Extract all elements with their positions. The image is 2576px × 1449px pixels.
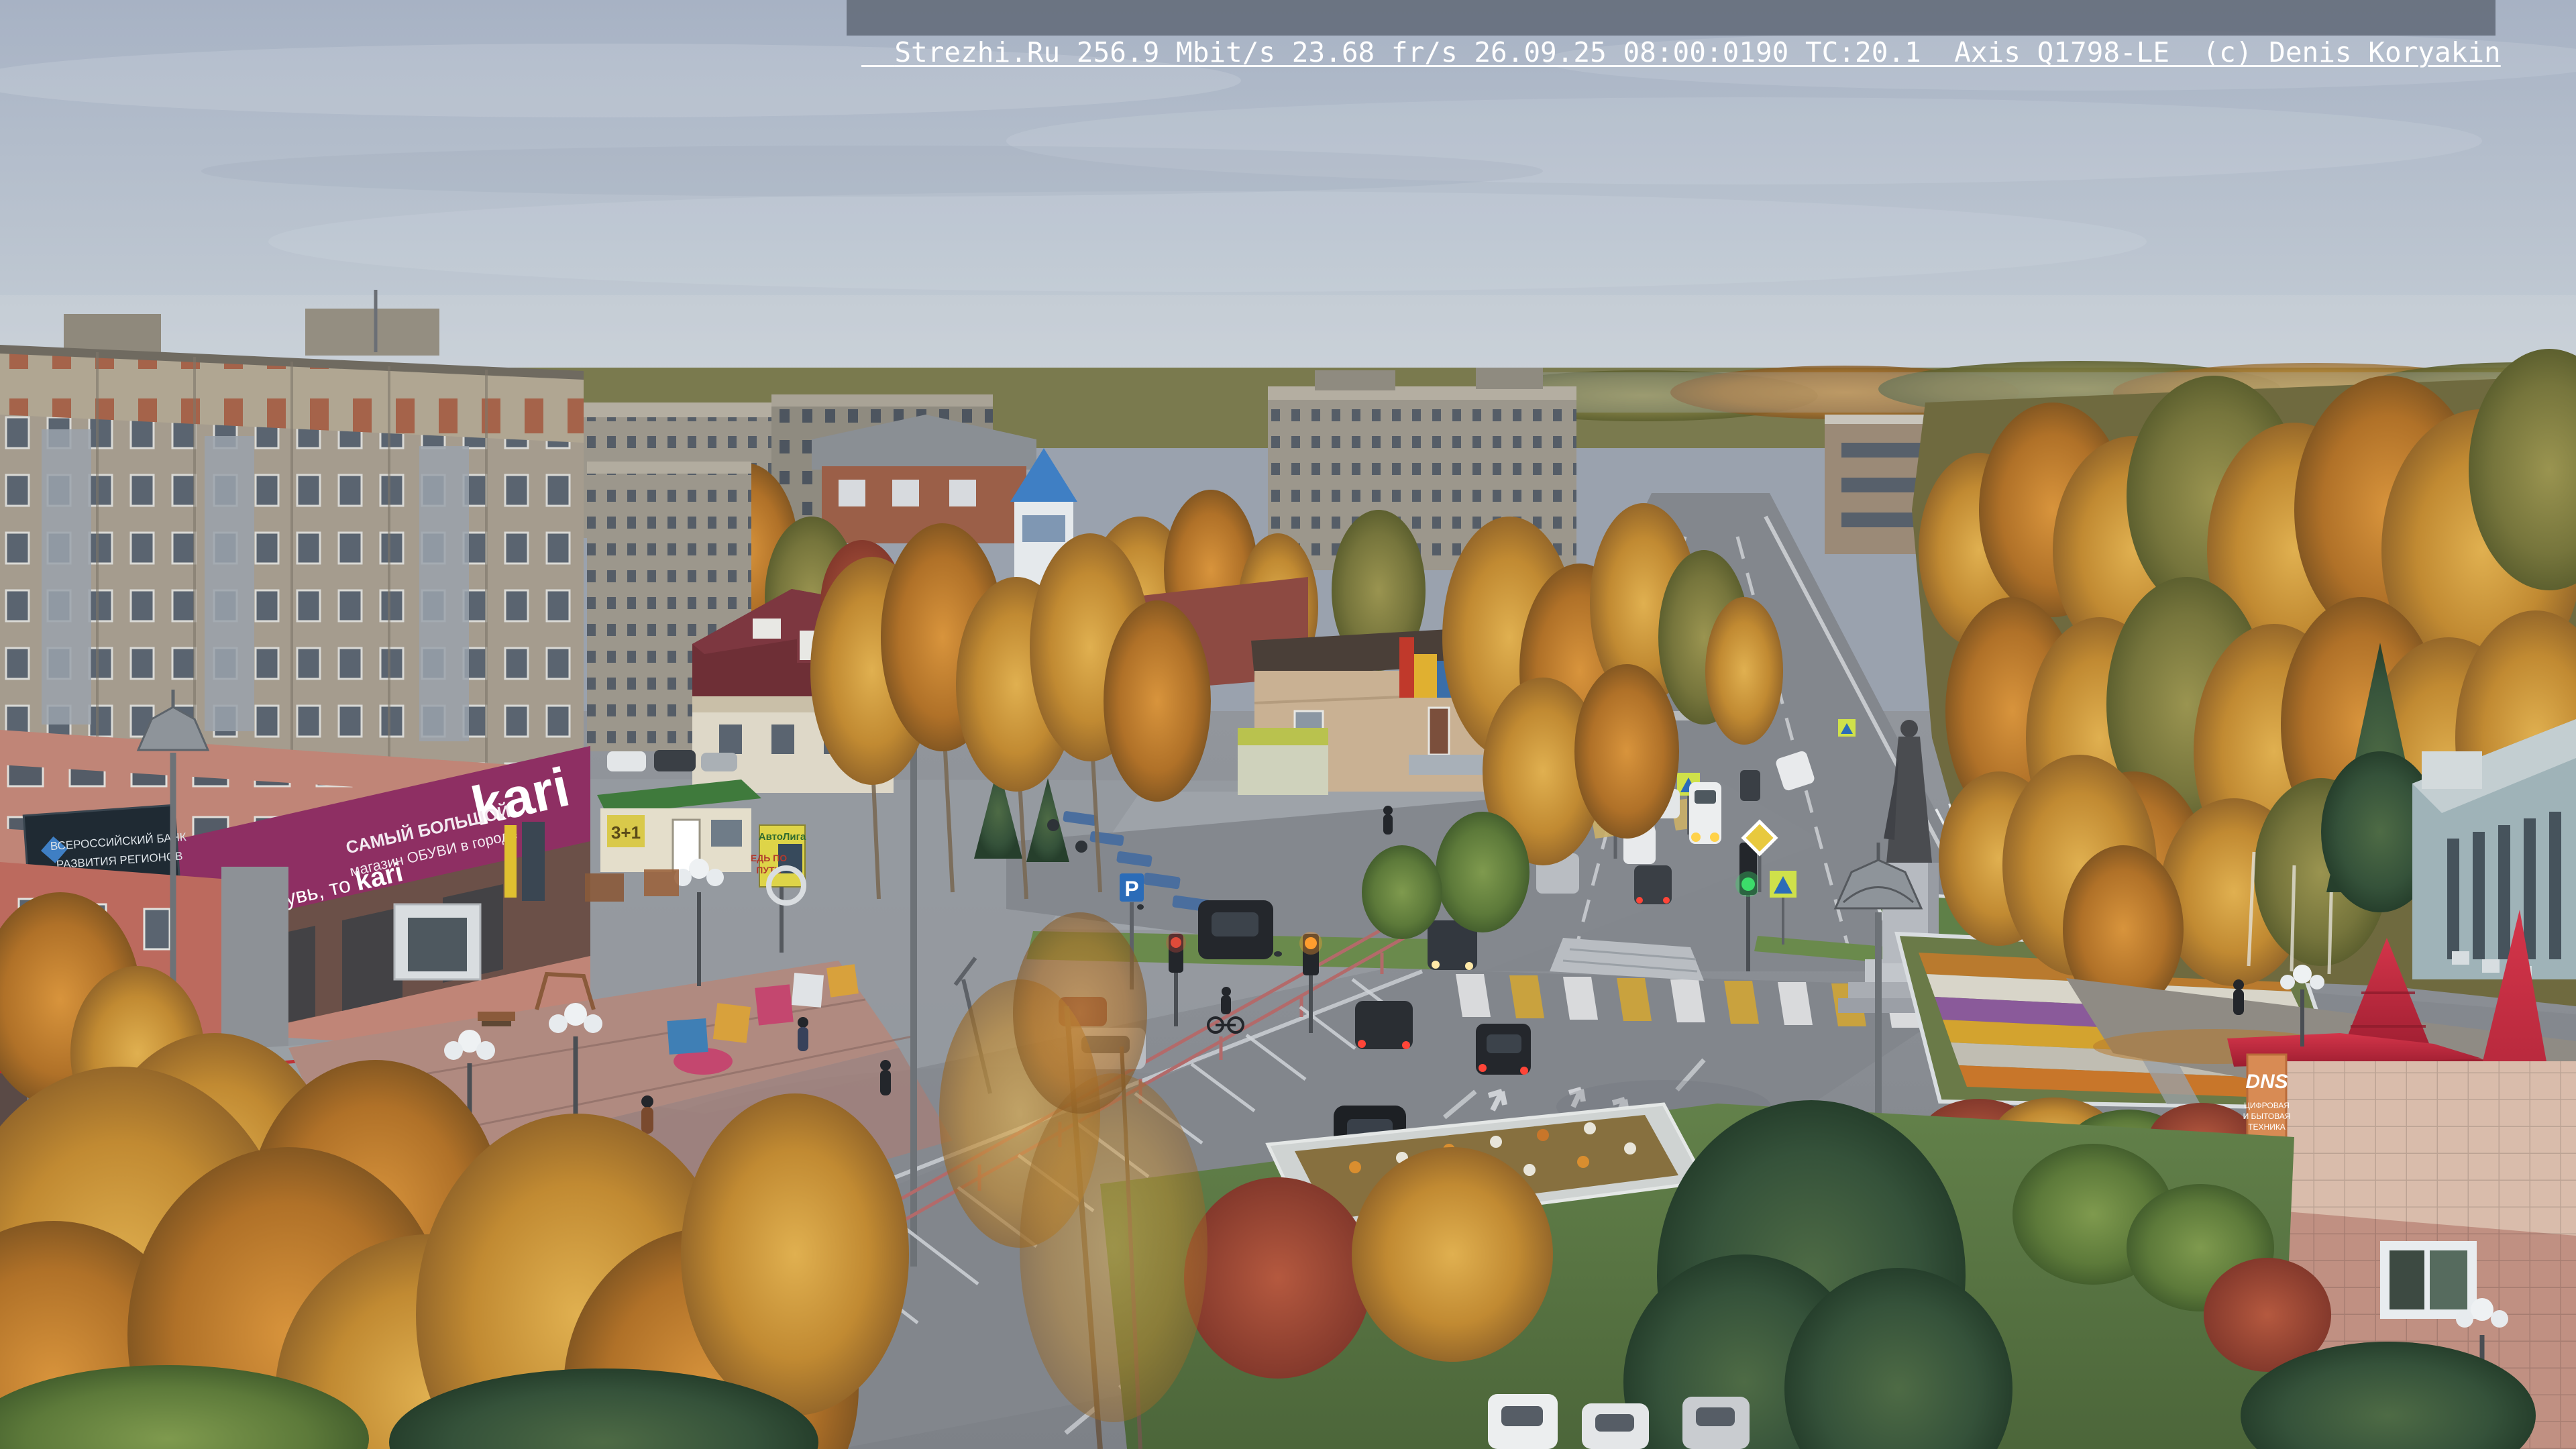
dark-sign [522, 822, 545, 901]
statue-head [1900, 720, 1918, 737]
red-bush [1184, 1177, 1372, 1379]
yellow-sign [504, 825, 517, 898]
billboard-text1: ЕДЬ ПО [751, 853, 787, 863]
dns-line2: И БЫТОВАЯ [2243, 1112, 2291, 1121]
osd-text: Strezhi.Ru 256.9 Mbit/s 23.68 fr/s 26.09… [894, 36, 2501, 68]
kiosk-poster-text: 3+1 [611, 822, 641, 843]
billboard-title: АвтоЛига [759, 831, 806, 843]
dns-line3: ТЕХНИКА [2248, 1122, 2286, 1132]
dns-line1: ЦИФРОВАЯ [2244, 1101, 2290, 1110]
osd-overlay-bar: Strezhi.Ru 256.9 Mbit/s 23.68 fr/s 26.09… [847, 0, 2501, 68]
webcam-frame: 3+1 АвтоЛига ЕДЬ ПО ПУТИ kari обувь, то … [0, 0, 2576, 1449]
parking-sign-letter: P [1124, 877, 1138, 901]
dns-logo: DNS [2245, 1071, 2288, 1093]
gray-building [2412, 719, 2576, 979]
yellow-bush [1352, 1147, 1553, 1362]
city-scene: 3+1 АвтоЛига ЕДЬ ПО ПУТИ kari обувь, то … [0, 0, 2576, 1449]
green-kiosk: 3+1 [597, 780, 761, 873]
bench [478, 1012, 515, 1021]
